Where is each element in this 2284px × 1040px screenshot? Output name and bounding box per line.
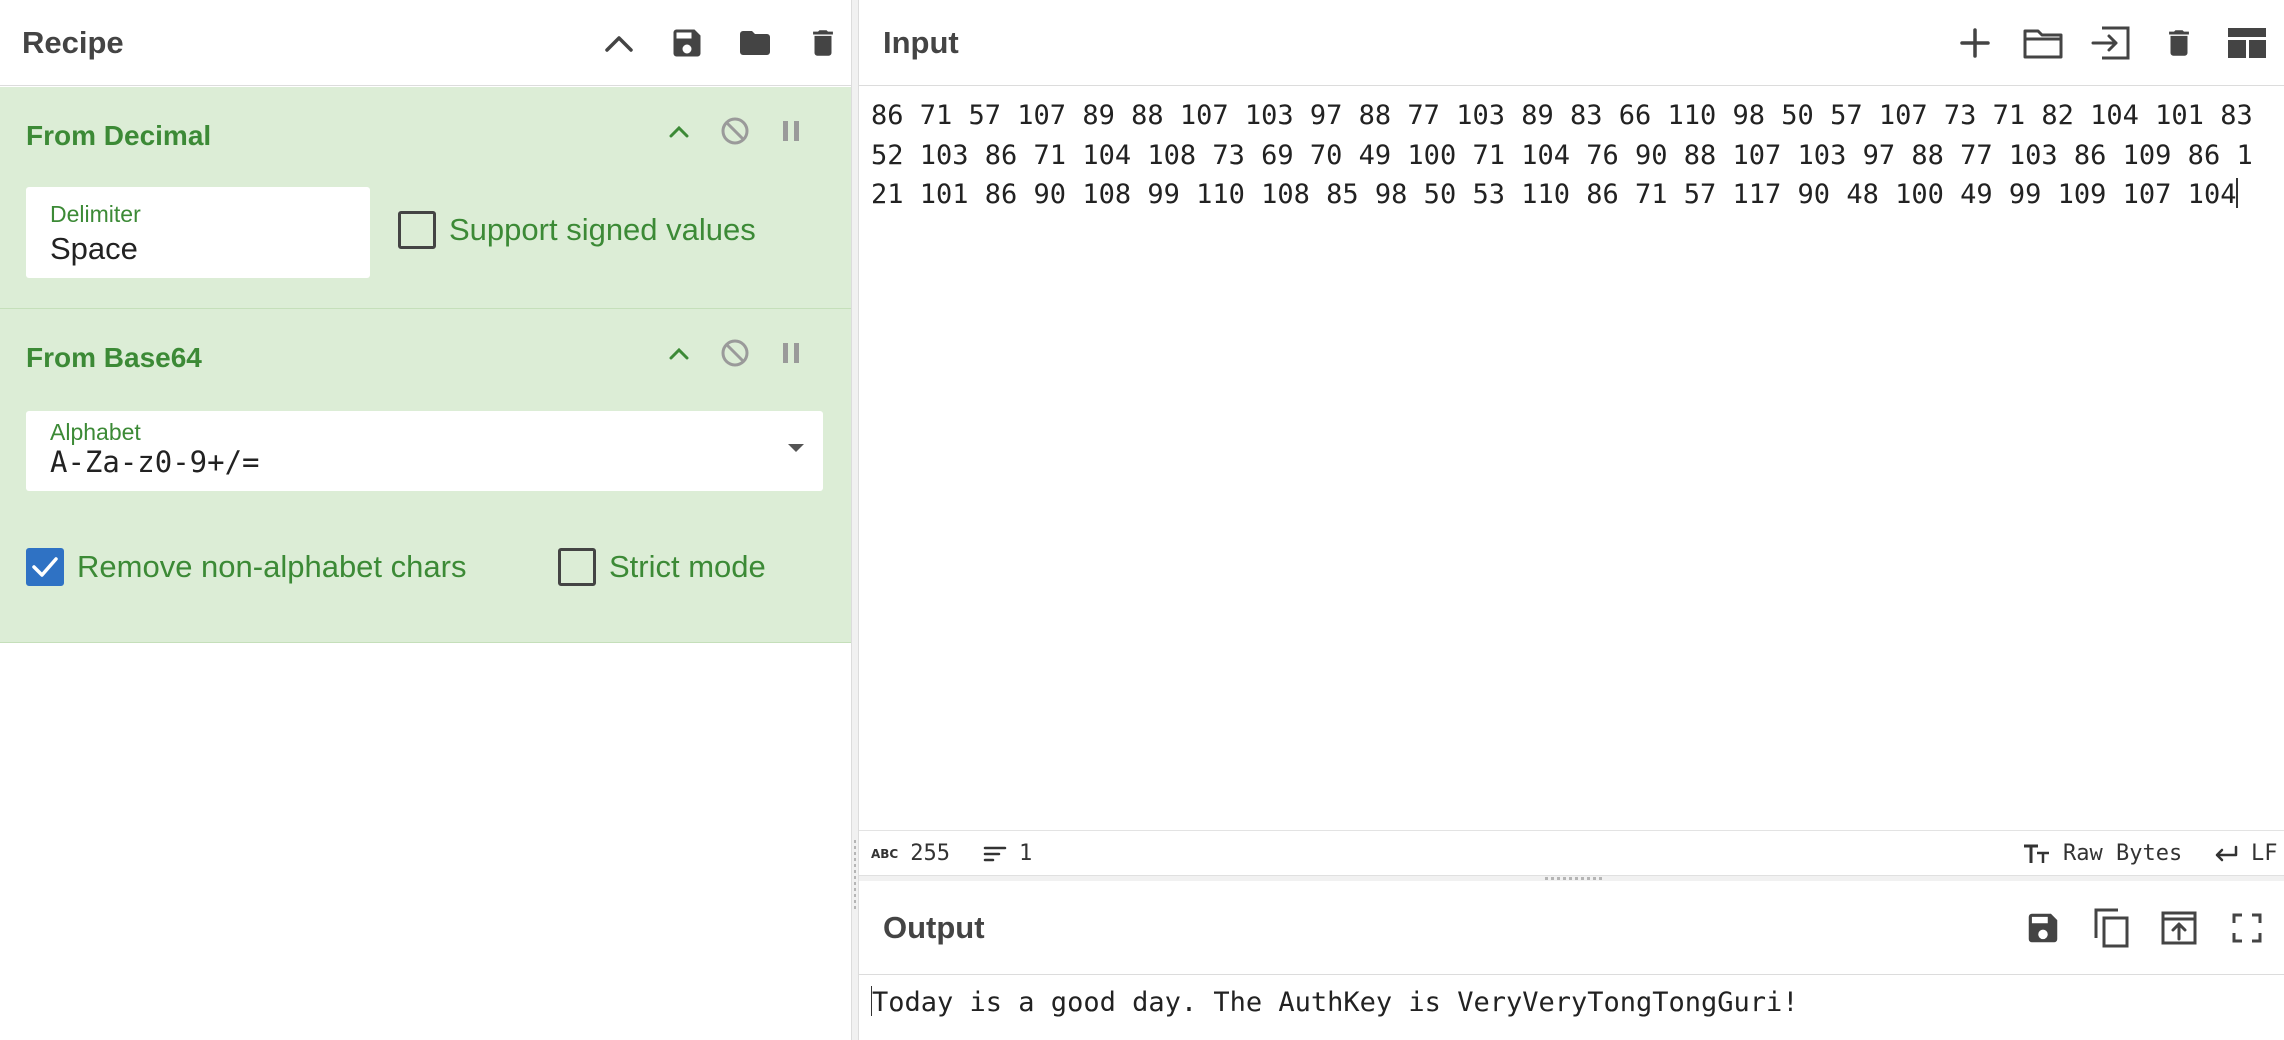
plus-icon[interactable] <box>1954 22 1996 64</box>
support-signed-values-label: Support signed values <box>449 212 756 247</box>
disable-icon[interactable] <box>715 333 755 373</box>
operation-title: From Base64 <box>26 342 202 373</box>
resize-grip <box>854 840 856 910</box>
strict-mode-label: Strict mode <box>609 549 766 584</box>
encoding-selector[interactable]: Raw Bytes <box>2023 831 2182 876</box>
support-signed-values-checkbox[interactable] <box>398 211 436 249</box>
output-content: Today is a good day. The AuthKey is Very… <box>872 987 1799 1018</box>
delimiter-value: Space <box>50 231 138 266</box>
text-caret <box>2236 178 2239 208</box>
input-status-bar: ABC 255 1 Raw Bytes LF <box>859 830 2284 875</box>
lines-stat: 1 <box>983 831 1032 876</box>
recipe-pane: Recipe From Decimal Delimiter Space Supp… <box>0 0 851 1040</box>
disable-icon[interactable] <box>715 111 755 151</box>
support-signed-values-option[interactable]: Support signed values <box>398 211 756 249</box>
output-textarea[interactable]: Today is a good day. The AuthKey is Very… <box>871 983 1799 1023</box>
remove-non-alphabet-checkbox[interactable] <box>26 548 64 586</box>
input-content: 86 71 57 107 89 88 107 103 97 88 77 103 … <box>871 100 2269 210</box>
pause-icon[interactable] <box>771 333 811 373</box>
alphabet-value: A-Za-z0-9+/= <box>50 445 260 479</box>
fullscreen-icon[interactable] <box>2226 907 2268 949</box>
output-toolbar <box>1996 881 2268 975</box>
input-title: Input <box>883 24 959 60</box>
input-pane: Input 86 71 57 107 89 88 107 103 97 88 7… <box>859 0 2284 875</box>
input-toolbar <box>1928 0 2268 86</box>
alphabet-select[interactable]: Alphabet A-Za-z0-9+/= <box>26 411 823 491</box>
save-icon[interactable] <box>666 22 708 64</box>
length-value: 255 <box>910 841 950 866</box>
length-stat: ABC 255 <box>871 831 950 876</box>
copy-icon[interactable] <box>2090 907 2132 949</box>
return-arrow-icon <box>2213 845 2239 863</box>
eol-value: LF <box>2251 841 2278 866</box>
trash-icon[interactable] <box>2158 22 2200 64</box>
input-icon[interactable] <box>2090 22 2132 64</box>
chevron-up-icon[interactable] <box>659 111 699 151</box>
strict-mode-option[interactable]: Strict mode <box>558 548 766 586</box>
input-header: Input <box>859 0 2284 86</box>
recipe-toolbar <box>572 0 844 86</box>
remove-non-alphabet-label: Remove non-alphabet chars <box>77 549 467 584</box>
strict-mode-checkbox[interactable] <box>558 548 596 586</box>
lines-icon <box>983 845 1007 863</box>
folder-icon[interactable] <box>2022 22 2064 64</box>
layout-icon[interactable] <box>2226 22 2268 64</box>
vertical-resize-handle[interactable] <box>851 0 859 1040</box>
remove-non-alphabet-option[interactable]: Remove non-alphabet chars <box>26 548 466 586</box>
replace-input-icon[interactable] <box>2158 907 2200 949</box>
operation-from-decimal: From Decimal Delimiter Space Support sig… <box>0 87 851 309</box>
operation-title: From Decimal <box>26 120 212 151</box>
eol-selector[interactable]: LF <box>2213 831 2278 876</box>
recipe-title: Recipe <box>22 24 124 60</box>
delimiter-field[interactable]: Delimiter Space <box>26 187 370 278</box>
operation-controls <box>643 333 811 373</box>
delimiter-label: Delimiter <box>50 201 141 227</box>
resize-grip <box>1545 877 1605 880</box>
chevron-up-icon[interactable] <box>659 333 699 373</box>
trash-icon[interactable] <box>802 22 844 64</box>
pause-icon[interactable] <box>771 111 811 151</box>
output-pane: Output Today is a good day. The AuthKey … <box>859 881 2284 1040</box>
output-title: Output <box>883 909 985 945</box>
chevron-up-icon[interactable] <box>598 22 640 64</box>
text-size-icon <box>2023 844 2051 864</box>
output-header: Output <box>859 881 2284 975</box>
input-textarea[interactable]: 86 71 57 107 89 88 107 103 97 88 77 103 … <box>871 96 2266 215</box>
dropdown-arrow-icon[interactable] <box>787 443 805 453</box>
save-icon[interactable] <box>2022 907 2064 949</box>
operation-from-base64: From Base64 Alphabet A-Za-z0-9+/= Remove… <box>0 309 851 643</box>
alphabet-label: Alphabet <box>50 419 141 445</box>
folder-icon[interactable] <box>734 22 776 64</box>
lines-value: 1 <box>1019 841 1033 866</box>
recipe-header: Recipe <box>0 0 851 86</box>
encoding-value: Raw Bytes <box>2063 841 2183 866</box>
operation-controls <box>643 111 811 151</box>
abc-icon: ABC <box>871 846 899 861</box>
